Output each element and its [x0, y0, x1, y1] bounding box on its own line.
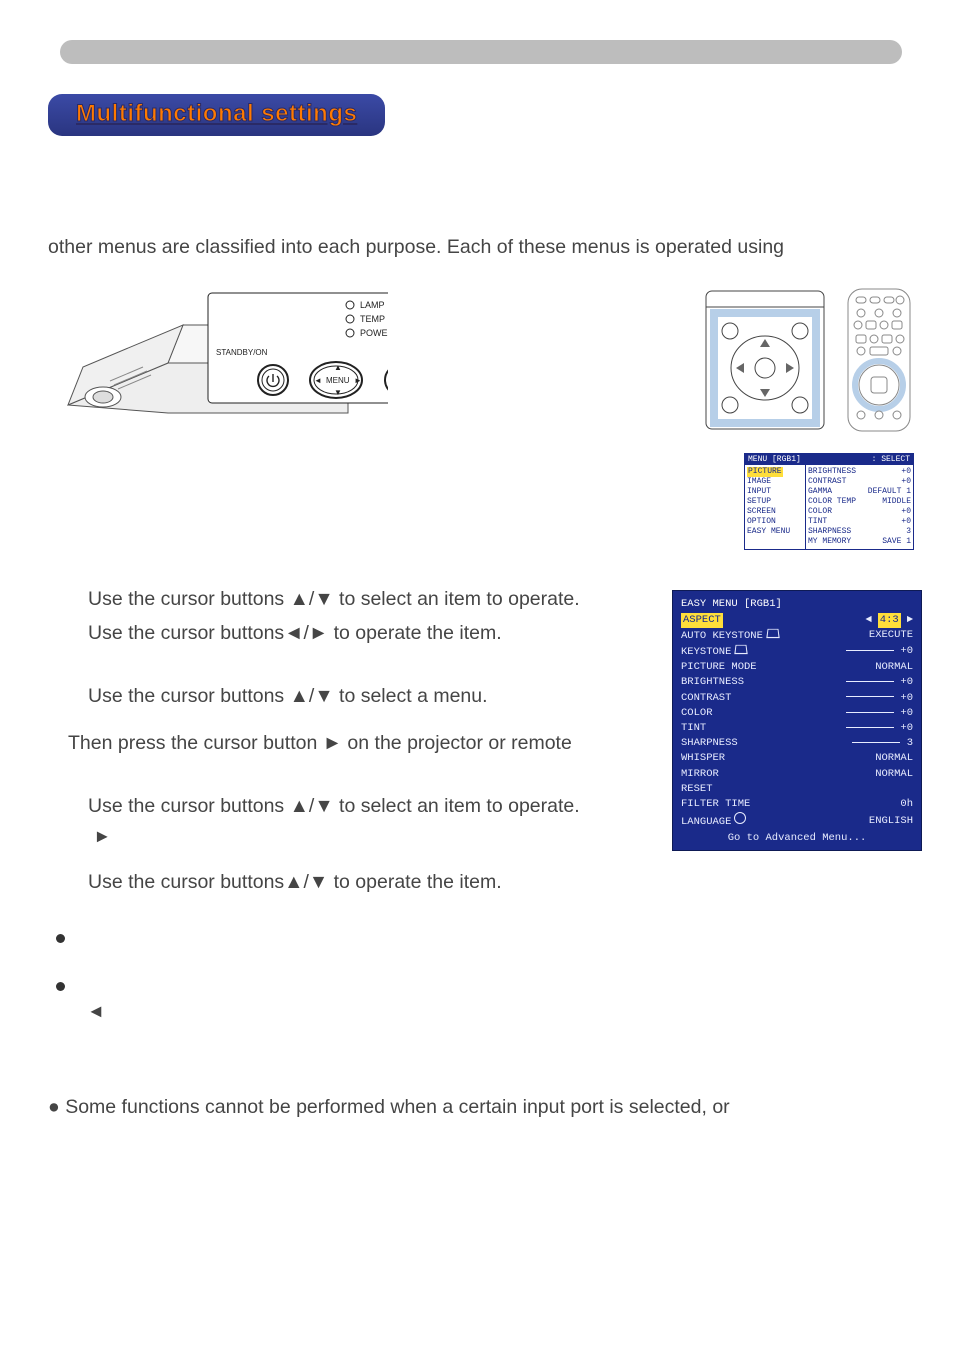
osd-adv-left-item: INPUT — [747, 487, 771, 497]
osd-easy-value: 4:3 — [878, 613, 901, 628]
slider-icon — [846, 696, 894, 697]
osd-easy-value: +0 — [900, 707, 913, 719]
osd-easy-label: KEYSTONE — [681, 646, 731, 658]
instr-select-item-updown: Use the cursor buttons ▲/▼ to select an … — [88, 586, 652, 613]
slider-icon — [846, 650, 894, 651]
osd-easy-footer: Go to Advanced Menu... — [728, 831, 867, 846]
osd-easy-value: +0 — [900, 676, 913, 688]
slider-icon — [846, 712, 894, 713]
bullet-icon — [56, 982, 65, 991]
front-dpad-diagram — [700, 285, 830, 435]
osd-easy-value: EXECUTE — [869, 628, 913, 643]
osd-easy-value: NORMAL — [875, 660, 913, 675]
right-triangle-icon: ► — [93, 826, 111, 846]
led-temp-label: TEMP — [360, 314, 385, 324]
osd-easy-value: +0 — [900, 692, 913, 704]
osd-easy-label: BRIGHTNESS — [681, 675, 744, 690]
osd-easy-label: TINT — [681, 721, 706, 736]
section-title-pill: Multifunctional settings — [48, 94, 385, 136]
osd-easy-value: 3 — [907, 737, 913, 749]
keystone-icon — [766, 629, 779, 638]
osd-easy-label: SHARPNESS — [681, 736, 738, 751]
footnote: ● Some functions cannot be performed whe… — [48, 1094, 914, 1121]
osd-easy-label: MIRROR — [681, 767, 719, 782]
osd-adv-r-val: +0 — [901, 467, 911, 477]
left-arrow-icon: ◄ — [865, 613, 871, 628]
instr-select-item2: Use the cursor buttons ▲/▼ to select an … — [88, 793, 652, 820]
remote-diagram — [844, 285, 914, 435]
instr-select-menu: Use the cursor buttons ▲/▼ to select a m… — [88, 683, 652, 710]
header-stripe — [60, 40, 902, 64]
svg-text:▼: ▼ — [334, 388, 342, 397]
osd-advanced-select: : SELECT — [872, 455, 910, 464]
standby-label: STANDBY/ON — [216, 348, 268, 357]
osd-adv-left-item: SETUP — [747, 497, 771, 507]
osd-easy-label: ASPECT — [681, 613, 723, 628]
osd-easy-value: ENGLISH — [869, 814, 913, 829]
osd-easy-label: RESET — [681, 782, 713, 797]
osd-easy-label: COLOR — [681, 706, 713, 721]
led-lamp-label: LAMP — [360, 300, 385, 310]
osd-easy-label: FILTER TIME — [681, 797, 750, 812]
osd-easy-value: +0 — [900, 645, 913, 657]
osd-easy-value: +0 — [900, 722, 913, 734]
osd-easy-title: EASY MENU [RGB1] — [681, 597, 782, 612]
instr-press-right: Then press the cursor button ► on the pr… — [68, 730, 652, 757]
osd-easy-label: WHISPER — [681, 751, 725, 766]
menu-dpad: MENU ▲ ▼ ◄ ► — [310, 362, 362, 398]
projector-diagram: LAMP TEMP POWER STANDBY/ON INPUT — [48, 285, 388, 445]
right-arrow-icon: ► — [907, 613, 913, 628]
bullet-icon — [56, 934, 65, 943]
svg-text:►: ► — [354, 376, 362, 385]
osd-adv-r-label: SHARPNESS — [808, 527, 851, 537]
diagram-row: LAMP TEMP POWER STANDBY/ON INPUT — [48, 285, 914, 445]
instr-operate-lr: Use the cursor buttons◄/► to operate the… — [88, 620, 652, 647]
osd-adv-r-val: SAVE 1 — [882, 537, 911, 547]
osd-adv-left-item: SCREEN — [747, 507, 776, 517]
osd-adv-r-label: GAMMA — [808, 487, 832, 497]
svg-text:◄: ◄ — [314, 376, 322, 385]
led-power-label: POWER — [360, 328, 388, 338]
slider-icon — [846, 727, 894, 728]
osd-adv-left-item: OPTION — [747, 517, 776, 527]
osd-easy-label: CONTRAST — [681, 691, 731, 706]
slider-icon — [846, 681, 894, 682]
osd-adv-r-label: COLOR — [808, 507, 832, 517]
osd-adv-left-item: IMAGE — [747, 477, 771, 487]
osd-adv-r-label: COLOR TEMP — [808, 497, 856, 507]
bullet-row-2: ◄ — [56, 974, 652, 1024]
osd-easy-value: NORMAL — [875, 767, 913, 782]
osd-advanced-menu: MENU [RGB1] : SELECT PICTURE IMAGE INPUT… — [744, 453, 914, 550]
left-triangle-icon: ◄ — [87, 1001, 105, 1021]
osd-easy-value: 0h — [900, 797, 913, 812]
osd-easy-value: NORMAL — [875, 751, 913, 766]
osd-adv-r-val: MIDDLE — [882, 497, 911, 507]
osd-adv-r-val: +0 — [901, 477, 911, 487]
osd-adv-r-val: +0 — [901, 507, 911, 517]
globe-icon — [734, 812, 746, 824]
keystone-icon — [735, 645, 748, 654]
intro-paragraph: other menus are classified into each pur… — [48, 234, 914, 261]
osd-easy-label: LANGUAGE — [681, 816, 731, 828]
osd-adv-r-val: DEFAULT 1 — [868, 487, 911, 497]
osd-adv-r-val: 3 — [906, 527, 911, 537]
osd-advanced-title: MENU [RGB1] — [748, 455, 801, 464]
osd-easy-menu: EASY MENU [RGB1] ASPECT ◄ 4:3 ► AUTO KEY… — [672, 590, 922, 851]
svg-text:MENU: MENU — [326, 376, 350, 385]
osd-adv-r-label: CONTRAST — [808, 477, 846, 487]
svg-text:▲: ▲ — [334, 363, 342, 372]
bullet-row-1 — [56, 926, 652, 944]
osd-easy-label: PICTURE MODE — [681, 660, 757, 675]
instr-operate-updown: Use the cursor buttons▲/▼ to operate the… — [88, 869, 652, 896]
osd-adv-r-label: BRIGHTNESS — [808, 467, 856, 477]
section-title: Multifunctional settings — [76, 100, 357, 127]
osd-adv-r-label: MY MEMORY — [808, 537, 851, 547]
slider-icon — [852, 742, 900, 743]
osd-easy-label: AUTO KEYSTONE — [681, 630, 763, 642]
osd-adv-r-label: TINT — [808, 517, 827, 527]
osd-adv-left-item: PICTURE — [747, 467, 783, 477]
osd-adv-r-val: +0 — [901, 517, 911, 527]
osd-adv-left-item: EASY MENU — [747, 527, 790, 537]
